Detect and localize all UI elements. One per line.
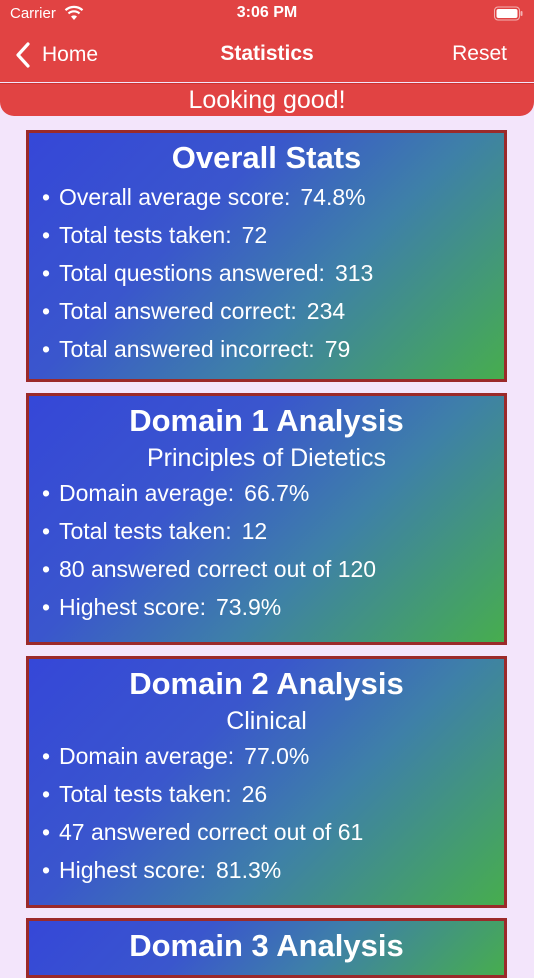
battery-icon: [494, 6, 523, 21]
stat-highest-score: • Highest score: 81.3%: [42, 857, 282, 883]
stat-total-tests: • Total tests taken: 72: [42, 222, 268, 248]
stat-label: Total answered correct:: [59, 298, 297, 324]
stat-correct-out-of: • 47 answered correct out of 61: [42, 819, 364, 845]
stat-text: 80 answered correct out of 120: [59, 556, 377, 582]
stat-value: 77.0%: [244, 743, 310, 769]
stats-list: • Overall average score: 74.8% • Total test…: [29, 178, 504, 368]
stat-total-tests: • Total tests taken: 12: [42, 518, 268, 544]
domain-2-card: Domain 2 Analysis Clinical • Domain avera…: [26, 656, 507, 908]
stat-total-questions: • Total questions answered: 313: [42, 260, 374, 286]
stat-label: Total tests taken:: [59, 222, 232, 248]
stat-value: 26: [241, 781, 268, 807]
domain-3-card: Domain 3 Analysis: [26, 918, 507, 978]
stat-value: 72: [241, 222, 268, 248]
card-subtitle: Clinical: [226, 707, 307, 735]
stat-total-incorrect: • Total answered incorrect: 79: [42, 336, 351, 362]
stat-value: 66.7%: [244, 480, 310, 506]
card-title: Domain 1 Analysis: [129, 403, 404, 438]
stat-overall-average: • Overall average score: 74.8%: [42, 184, 366, 210]
card-title: Domain 3 Analysis: [129, 928, 404, 963]
status-bar: Carrier 3:06 PM: [0, 0, 534, 28]
stat-domain-average: • Domain average: 66.7%: [42, 480, 310, 506]
stat-total-correct: • Total answered correct: 234: [42, 298, 346, 324]
stat-label: Domain average:: [59, 743, 235, 769]
stat-value: 73.9%: [216, 594, 282, 620]
stat-label: Total answered incorrect:: [59, 336, 315, 362]
stat-label: Highest score:: [59, 594, 207, 620]
stat-value: 74.8%: [300, 184, 366, 210]
overall-stats-card: Overall Stats • Overall average score: 74.…: [26, 130, 507, 382]
card-title: Overall Stats: [171, 140, 362, 175]
stat-text: 47 answered correct out of 61: [59, 819, 364, 845]
stat-domain-average: • Domain average: 77.0%: [42, 743, 310, 769]
stat-value: 79: [324, 336, 351, 362]
stat-label: Total tests taken:: [59, 781, 232, 807]
stat-label: Highest score:: [59, 857, 207, 883]
card-title: Domain 2 Analysis: [129, 666, 404, 701]
stat-label: Overall average score:: [59, 184, 291, 210]
stats-list: • Domain average: 77.0% • Total tests taken…: [29, 737, 504, 889]
clock: 3:06 PM: [236, 4, 298, 21]
stat-highest-score: • Highest score: 73.9%: [42, 594, 282, 620]
stats-list: • Domain average: 66.7% • Total tests taken…: [29, 474, 504, 626]
stat-value: 313: [334, 260, 374, 286]
stat-label: Total questions answered:: [59, 260, 325, 286]
stat-value: 234: [306, 298, 346, 324]
domain-1-card: Domain 1 Analysis Principles of Dietetic…: [26, 393, 507, 645]
stat-label: Domain average:: [59, 480, 235, 506]
card-subtitle: Principles of Dietetics: [147, 444, 386, 472]
status-banner: Looking good!: [0, 83, 534, 116]
reset-button[interactable]: Reset: [452, 42, 507, 66]
stat-label: Total tests taken:: [59, 518, 232, 544]
stat-correct-out-of: • 80 answered correct out of 120: [42, 556, 377, 582]
stat-value: 81.3%: [216, 857, 282, 883]
stat-total-tests: • Total tests taken: 26: [42, 781, 268, 807]
navigation-bar: Home Statistics Reset: [0, 28, 534, 82]
stat-value: 12: [241, 518, 268, 544]
